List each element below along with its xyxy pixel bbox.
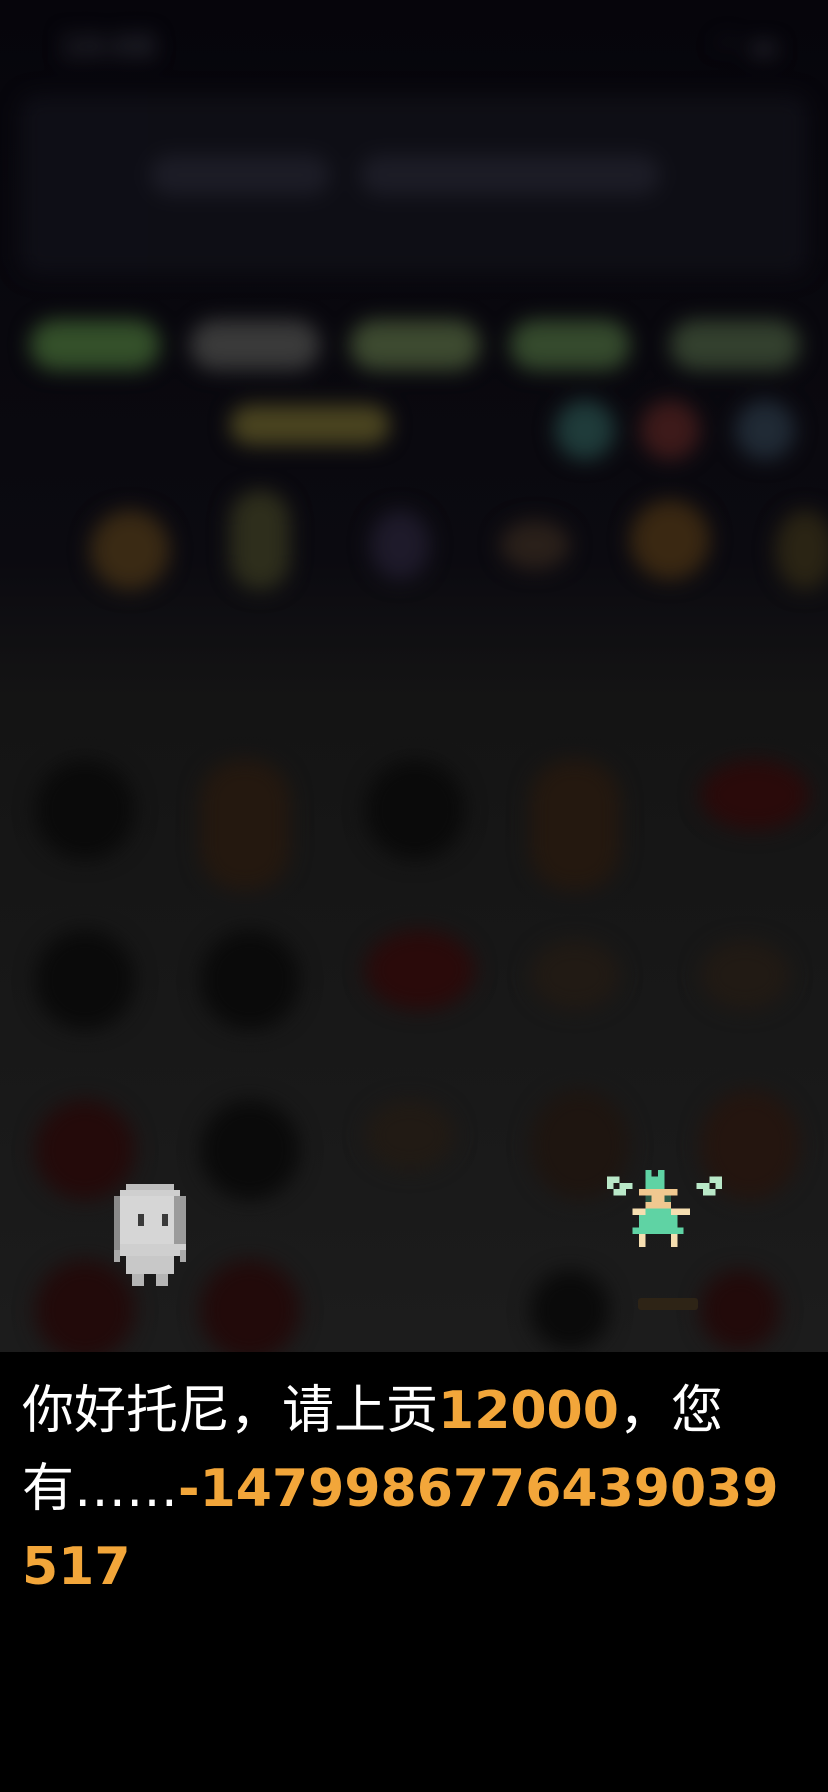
npc-shadow <box>638 1298 698 1310</box>
game-scene: 10:08 ◠ ▬ <box>0 0 828 1352</box>
item-icon <box>230 490 290 590</box>
dialog-greeting: 你好托尼，请上贡 <box>22 1381 439 1441</box>
resource-tag <box>30 320 160 370</box>
wifi-battery-icon: ◠ ▬ <box>716 30 778 65</box>
ghost-player-sprite[interactable] <box>114 1184 198 1292</box>
top-panel <box>20 95 808 275</box>
dialog-text: 你好托尼，请上贡12000，您有……-1479986776439039517 <box>22 1372 812 1606</box>
item-icon <box>90 510 170 590</box>
status-bar: 10:08 ◠ ▬ <box>60 28 778 68</box>
status-time: 10:08 <box>60 30 156 65</box>
resource-tag <box>190 320 320 370</box>
fairy-npc-sprite[interactable] <box>606 1170 723 1266</box>
resource-tag <box>350 320 480 370</box>
item-icon <box>630 500 710 580</box>
info-tag <box>230 405 390 445</box>
resource-tag <box>670 320 800 370</box>
resource-tag <box>510 320 630 370</box>
stat-icon <box>555 400 615 460</box>
item-icon <box>500 520 570 570</box>
item-icon <box>370 510 430 580</box>
item-icon <box>775 510 828 590</box>
stat-icon <box>640 400 700 460</box>
stat-icon <box>735 400 795 460</box>
tribute-amount: 12000 <box>438 1381 619 1441</box>
dialog-box[interactable]: 你好托尼，请上贡12000，您有……-1479986776439039517 <box>0 1352 828 1792</box>
